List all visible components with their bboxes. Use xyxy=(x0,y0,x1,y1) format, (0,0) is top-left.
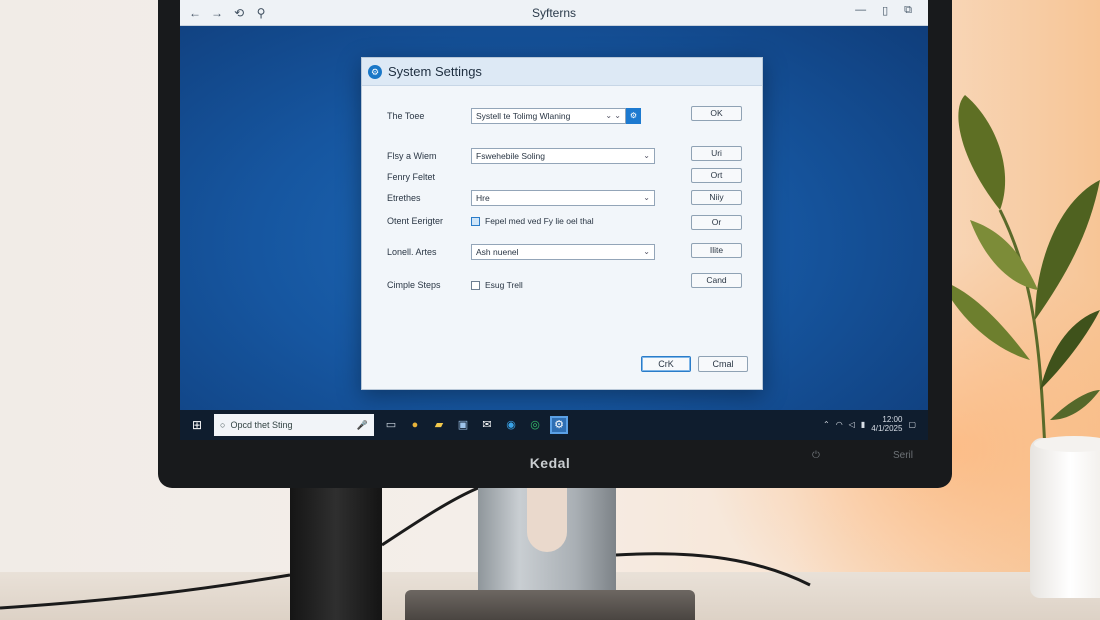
restore-button[interactable]: ⧉ xyxy=(904,4,912,17)
row-label: Otent Eerigter xyxy=(387,216,444,226)
checkbox-icon[interactable] xyxy=(471,280,480,290)
edge-icon[interactable]: ◉ xyxy=(504,418,518,432)
plant-pot xyxy=(1030,438,1100,598)
search-text: Opcd thet Sting xyxy=(230,420,293,430)
side-button[interactable]: OK xyxy=(691,106,742,121)
row-label: Lonell. Artes xyxy=(387,247,437,257)
settings-row: The Toee Systell te Tolimg Wlaning ⌄ ⌄ ⚙ xyxy=(387,108,641,124)
taskbar-apps: ▭ ● ▰ ▣ ✉ ◉ ◎ ⚙ xyxy=(384,416,568,434)
browser-icon[interactable]: ◎ xyxy=(528,418,542,432)
select-value: Ash nuenel xyxy=(476,247,519,257)
chevron-down-icon: ⌄ xyxy=(643,247,650,256)
clock[interactable]: 12:00 4/1/2025 xyxy=(871,415,902,433)
side-button[interactable]: Uri xyxy=(691,146,742,161)
side-button[interactable]: Ilite xyxy=(691,243,742,258)
forward-arrow-icon[interactable]: → xyxy=(206,6,228,20)
row-label: Cimple Steps xyxy=(387,280,441,290)
maximize-button[interactable]: ▯ xyxy=(882,4,888,17)
notification-icon[interactable]: ▢ xyxy=(908,420,916,429)
checkbox-label: Esug Trell xyxy=(485,280,523,290)
minimize-button[interactable]: — xyxy=(855,4,866,17)
window-title: Syfterns xyxy=(531,6,576,20)
refresh-icon[interactable]: ⟲ xyxy=(228,6,250,20)
settings-row: Cimple Steps Esug Trell xyxy=(387,280,523,290)
locale-select[interactable]: Ash nuenel ⌄ xyxy=(471,244,655,260)
settings-row: Flsy a Wiem Fswehebile Soling ⌄ xyxy=(387,148,655,164)
checkbox-label: Fepel med ved Fy lie oel thal xyxy=(485,216,594,226)
chevron-down-icon: ⌄ xyxy=(643,193,650,202)
volume-icon[interactable]: ◁ xyxy=(849,420,855,429)
row-label: Etrethes xyxy=(387,193,421,203)
select-value: Fswehebile Soling xyxy=(476,151,545,161)
side-button[interactable]: Niiy xyxy=(691,190,742,205)
monitor-stand-base xyxy=(405,590,695,620)
desktop-screen: ← → ⟲ ⚲ Syfterns — ▯ ⧉ ⚙ System Settings… xyxy=(180,0,928,440)
mail-icon[interactable]: ✉ xyxy=(480,418,494,432)
settings-row: Lonell. Artes Ash nuenel ⌄ xyxy=(387,244,655,260)
select-value: Hre xyxy=(476,193,490,203)
clock-date: 4/1/2025 xyxy=(871,424,903,433)
settings-app-icon[interactable]: ⚙ xyxy=(550,416,568,434)
option-checkbox[interactable]: Fepel med ved Fy lie oel thal xyxy=(471,216,594,226)
cancel-button[interactable]: Cmal xyxy=(698,356,748,372)
row-label: Fenry Feltet xyxy=(387,172,436,182)
folder-icon[interactable]: ▰ xyxy=(432,418,446,432)
theme-select[interactable]: Systell te Tolimg Wlaning ⌄ ⌄ xyxy=(471,108,626,124)
select-value: Systell te Tolimg Wlaning xyxy=(476,111,571,121)
side-button[interactable]: Cand xyxy=(691,273,742,288)
window-titlebar: ← → ⟲ ⚲ Syfterns — ▯ ⧉ xyxy=(180,0,928,26)
clock-time: 12:00 xyxy=(882,415,903,424)
system-settings-dialog: ⚙ System Settings The Toee Systell te To… xyxy=(361,57,763,390)
dialog-header: ⚙ System Settings xyxy=(362,58,762,86)
effects-select[interactable]: Hre ⌄ xyxy=(471,190,655,206)
display-select[interactable]: Fswehebile Soling ⌄ xyxy=(471,148,655,164)
network-icon[interactable]: ⌃ xyxy=(823,420,830,429)
store-icon[interactable]: ▣ xyxy=(456,418,470,432)
plant xyxy=(940,95,1100,451)
settings-row: Otent Eerigter Fepel med ved Fy lie oel … xyxy=(387,216,594,226)
chevron-down-icon: ⌄ xyxy=(643,151,650,160)
stand-cable-slot xyxy=(527,482,567,552)
row-label: The Toee xyxy=(387,111,425,121)
window-controls: — ▯ ⧉ xyxy=(855,4,912,17)
settings-row: Etrethes Hre ⌄ xyxy=(387,190,655,206)
taskbar-search[interactable]: ○ Opcd thet Sting 🎤 xyxy=(214,414,374,436)
side-button[interactable]: Ort xyxy=(691,168,742,183)
ok-button[interactable]: CrK xyxy=(641,356,691,372)
chrome-icon[interactable]: ● xyxy=(408,418,422,432)
row-label: Flsy a Wiem xyxy=(387,151,437,161)
chevron-down-icon: ⌄ ⌄ xyxy=(605,111,621,120)
monitor-brand-logo: Kedal xyxy=(529,455,571,471)
settings-icon[interactable]: ⚙ xyxy=(626,108,641,124)
battery-icon[interactable]: ▮ xyxy=(861,420,865,429)
option-checkbox[interactable]: Esug Trell xyxy=(471,280,523,290)
search-icon: ○ xyxy=(220,420,226,430)
mic-icon[interactable]: 🎤 xyxy=(357,420,368,431)
task-view-icon[interactable]: ▭ xyxy=(384,418,398,432)
back-arrow-icon[interactable]: ← xyxy=(184,6,206,20)
taskbar: ⊞ ○ Opcd thet Sting 🎤 ▭ ● ▰ ▣ ✉ ◉ ◎ ⚙ ⌃ … xyxy=(180,410,928,440)
settings-row: Fenry Feltet xyxy=(387,172,471,182)
speaker-post xyxy=(290,485,382,620)
system-tray: ⌃ ◠ ◁ ▮ 12:00 4/1/2025 ▢ xyxy=(823,415,916,433)
monitor-power-icon[interactable]: ⏻ xyxy=(812,450,820,461)
checkbox-icon[interactable] xyxy=(471,216,480,226)
side-button[interactable]: Or xyxy=(691,215,742,230)
pin-icon[interactable]: ⚲ xyxy=(250,6,272,20)
monitor-menu-label[interactable]: Seril xyxy=(893,450,913,461)
dialog-title: System Settings xyxy=(388,64,482,79)
wifi-icon[interactable]: ◠ xyxy=(836,420,843,429)
settings-icon: ⚙ xyxy=(368,64,382,79)
windows-start-icon[interactable]: ⊞ xyxy=(180,418,214,432)
